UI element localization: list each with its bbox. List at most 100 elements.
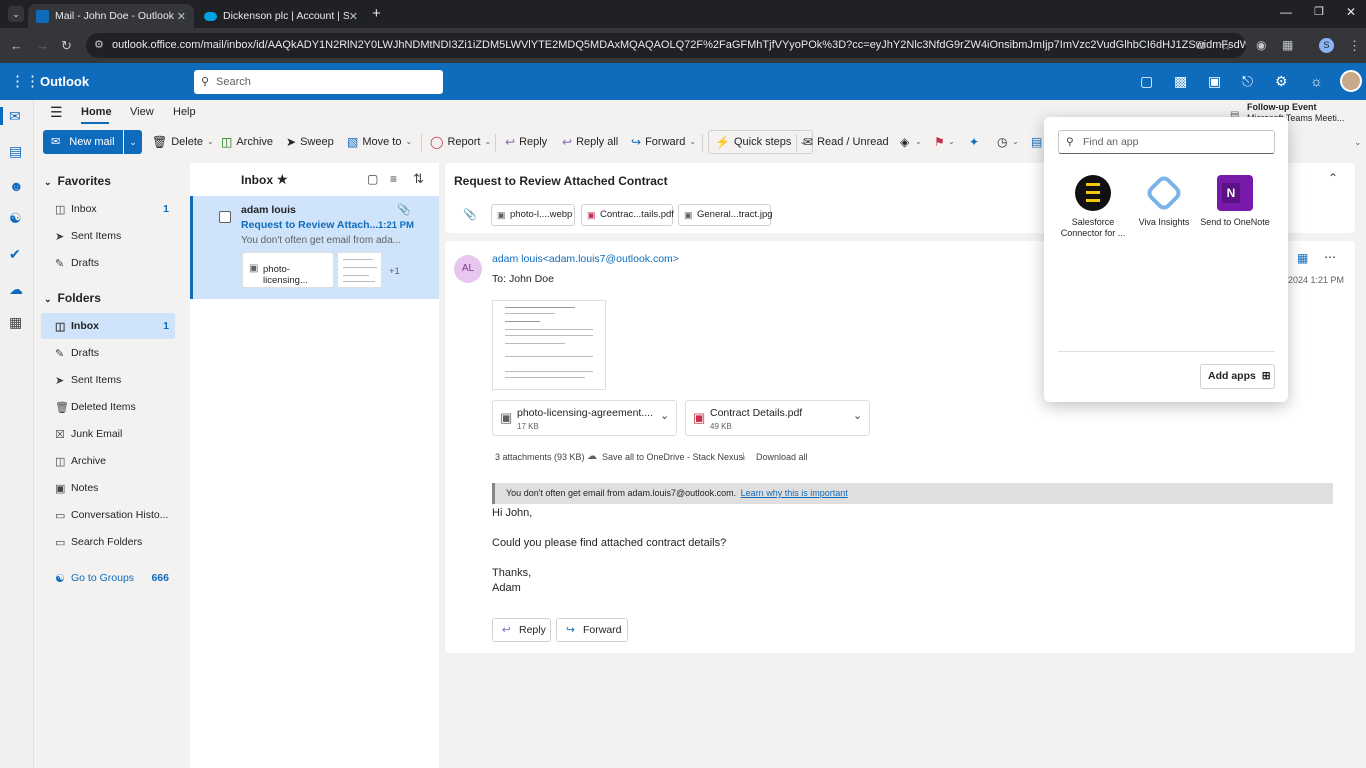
- app-salesforce-connector[interactable]: Salesforce Connector for ...: [1058, 175, 1128, 239]
- forward-button[interactable]: ↪ Forward ⌄: [631, 126, 696, 158]
- select-checkbox[interactable]: [219, 211, 231, 223]
- read-unread-button[interactable]: ✉ Read / Unread: [803, 126, 889, 158]
- reply-button[interactable]: ↩ Reply: [505, 126, 547, 158]
- hamburger-menu-icon[interactable]: ☰: [50, 104, 63, 121]
- go-to-groups-link[interactable]: ☯ Go to Groups 666: [41, 565, 175, 591]
- browser-tab-outlook[interactable]: Mail - John Doe - Outlook ✕: [28, 4, 194, 28]
- report-button[interactable]: ◯ Report ⌄: [430, 126, 491, 158]
- move-to-button[interactable]: ▧ Move to ⌄: [347, 126, 412, 158]
- learn-why-link[interactable]: Learn why this is important: [741, 488, 848, 498]
- snooze-clock-icon[interactable]: ◷: [997, 126, 1007, 158]
- close-tab-icon[interactable]: ✕: [349, 10, 358, 23]
- folder-archive[interactable]: ◫ Archive: [41, 448, 175, 474]
- apps-icon[interactable]: ▦: [1297, 251, 1308, 265]
- reload-icon[interactable]: ↻: [61, 28, 72, 63]
- user-avatar[interactable]: [1340, 70, 1362, 92]
- attachment-image-preview[interactable]: [492, 300, 606, 390]
- tab-view[interactable]: View: [130, 106, 154, 118]
- folder-search-folders[interactable]: ▭ Search Folders: [41, 529, 175, 555]
- delete-button[interactable]: 🗑 Delete ⌄: [152, 126, 214, 158]
- sender-address[interactable]: adam louis<adam.louis7@outlook.com>: [492, 253, 679, 265]
- new-tab-icon[interactable]: +: [372, 5, 381, 22]
- quick-steps-button[interactable]: ⚡ Quick steps ⌄: [708, 130, 814, 154]
- tab-help[interactable]: Help: [173, 106, 196, 118]
- new-mail-button[interactable]: ✉ New mail: [43, 130, 123, 154]
- mail-icon[interactable]: ✉: [9, 108, 21, 125]
- app-launcher-icon[interactable]: ⋮⋮: [10, 63, 40, 100]
- folder-inbox[interactable]: ◫ Inbox 1: [41, 313, 175, 339]
- address-bar[interactable]: ⚙ outlook.office.com/mail/inbox/id/AAQkA…: [86, 33, 1246, 58]
- folder-drafts[interactable]: ✎ Drafts: [41, 340, 175, 366]
- attachment-photo-licensing[interactable]: ▣ photo-licensing-agreement.... 17 KB ⌄: [492, 400, 677, 436]
- favorite-sent-items[interactable]: ➤ Sent Items: [41, 223, 175, 249]
- notifications-bell-icon[interactable]: ⎋: [1242, 63, 1253, 100]
- flag-icon[interactable]: ⚑: [934, 126, 945, 158]
- chevron-down-icon[interactable]: ⌄: [915, 126, 922, 158]
- restore-icon[interactable]: ❐: [1314, 5, 1324, 18]
- folder-sent-items[interactable]: ➤ Sent Items: [41, 367, 175, 393]
- close-window-icon[interactable]: ✕: [1346, 5, 1356, 19]
- meet-now-icon[interactable]: ▢: [1140, 63, 1153, 100]
- install-app-icon[interactable]: ⧉: [1196, 28, 1205, 63]
- tab-search-icon[interactable]: ⌄: [8, 6, 24, 22]
- top-attachment-jpg[interactable]: ▣ General...tract.jpg: [678, 204, 773, 226]
- favorite-star-icon[interactable]: ★: [276, 171, 289, 188]
- chevron-down-icon[interactable]: ⌄: [853, 409, 862, 422]
- tab-home[interactable]: Home: [81, 106, 112, 118]
- reply-all-button[interactable]: ↩ Reply all: [562, 126, 618, 158]
- calendar-ribbon-icon[interactable]: ▤: [1031, 126, 1042, 158]
- people-icon[interactable]: ☻: [9, 178, 24, 194]
- profile-avatar[interactable]: S: [1319, 38, 1334, 53]
- sender-avatar[interactable]: AL: [454, 255, 482, 283]
- attachment-thumbnail[interactable]: [337, 252, 382, 288]
- add-apps-button[interactable]: Add apps ⊞: [1200, 364, 1275, 389]
- extension-puzzle-icon[interactable]: ◉: [1256, 28, 1266, 63]
- download-all-link[interactable]: Download all: [756, 452, 808, 462]
- minimize-icon[interactable]: —: [1280, 5, 1292, 19]
- sort-icon[interactable]: ⇅: [413, 171, 424, 187]
- chevron-down-icon[interactable]: ⌄: [1012, 126, 1019, 158]
- groups-icon[interactable]: ☯: [9, 210, 22, 227]
- reply-button[interactable]: ↩ Reply: [492, 618, 551, 642]
- favorites-header[interactable]: ⌄ Favorites: [44, 174, 111, 188]
- folder-junk-email[interactable]: ☒ Junk Email: [41, 421, 175, 447]
- archive-button[interactable]: ◫ Archive: [221, 126, 273, 158]
- favorite-drafts[interactable]: ✎ Drafts: [41, 250, 175, 276]
- more-actions-icon[interactable]: ⋯: [1324, 250, 1336, 264]
- new-mail-dropdown-button[interactable]: ⌄: [124, 130, 142, 154]
- chevron-down-icon[interactable]: ⌄: [948, 126, 955, 158]
- browser-menu-icon[interactable]: ⋮: [1348, 28, 1361, 63]
- attachment-preview-chip[interactable]: ▣ photo-licensing...: [242, 252, 334, 288]
- app-send-to-onenote[interactable]: N Send to OneNote: [1200, 175, 1270, 228]
- folders-header[interactable]: ⌄ Folders: [44, 291, 101, 305]
- tag-icon[interactable]: ◈: [900, 126, 909, 158]
- search-input[interactable]: ⚲ Search: [194, 70, 443, 94]
- ribbon-expand-chevron-icon[interactable]: ⌄: [1354, 126, 1362, 158]
- settings-gear-icon[interactable]: ⚙: [1275, 63, 1288, 100]
- select-mode-icon[interactable]: ▢: [367, 172, 378, 186]
- more-apps-icon[interactable]: ▦: [9, 314, 22, 331]
- folder-notes[interactable]: ▣ Notes: [41, 475, 175, 501]
- folder-deleted-items[interactable]: 🗑 Deleted Items: [41, 394, 175, 420]
- filter-icon[interactable]: ≡: [390, 172, 397, 186]
- folder-conversation-history[interactable]: ▭ Conversation Histo...: [41, 502, 175, 528]
- list-item[interactable]: adam louis 📎 Request to Review Attach...…: [190, 196, 439, 299]
- favorite-inbox[interactable]: ◫ Inbox 1: [41, 196, 175, 222]
- bookmark-star-icon[interactable]: ☆: [1220, 28, 1232, 63]
- forward-button[interactable]: ↪ Forward: [556, 618, 628, 642]
- whiteboard-icon[interactable]: ▣: [1208, 63, 1221, 100]
- todo-check-icon[interactable]: ✔: [9, 246, 21, 263]
- site-info-icon[interactable]: ⚙: [94, 33, 104, 58]
- pin-icon[interactable]: ✦: [969, 126, 979, 158]
- back-icon[interactable]: ←: [10, 28, 23, 63]
- tips-lightbulb-icon[interactable]: ☼: [1310, 63, 1323, 100]
- recipient-name[interactable]: John Doe: [509, 273, 554, 285]
- collapse-chevron-icon[interactable]: ⌃: [1328, 171, 1338, 185]
- word-icon[interactable]: ▩: [1174, 63, 1187, 100]
- top-attachment-pdf[interactable]: ▣ Contrac...tails.pdf: [581, 204, 674, 226]
- sweep-button[interactable]: ➤ Sweep: [286, 126, 334, 158]
- close-tab-icon[interactable]: ✕: [177, 10, 186, 23]
- browser-tab-salesforce[interactable]: Dickenson plc | Account | Salesf ✕: [196, 4, 366, 28]
- save-all-onedrive-link[interactable]: Save all to OneDrive - Stack Nexus: [602, 452, 743, 462]
- find-app-input[interactable]: ⚲ Find an app: [1058, 130, 1275, 154]
